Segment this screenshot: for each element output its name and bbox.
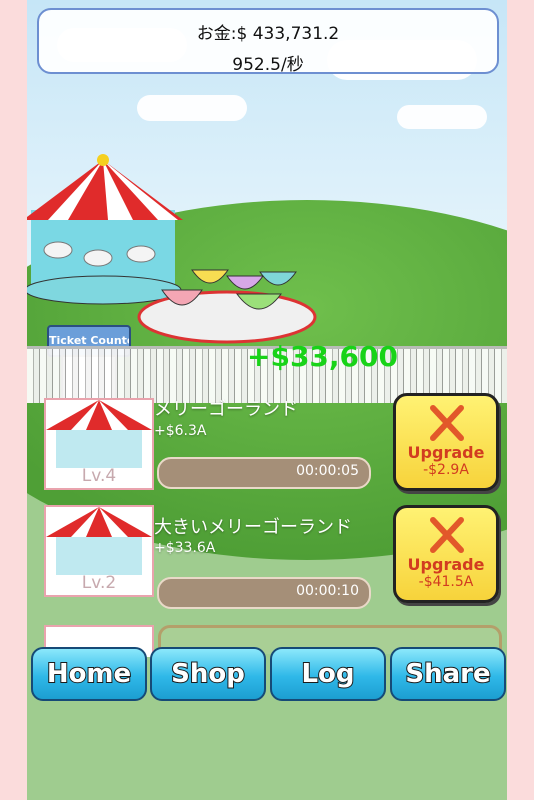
attraction-thumbnail: Lv.2 (44, 505, 154, 597)
income-rate: 952.5/秒 (232, 55, 304, 75)
teacup-ride-illustration (137, 269, 317, 344)
attraction-timer-bar: 00:00:05 (157, 457, 371, 489)
attraction-name: 大きいメリーゴーランド (154, 517, 352, 538)
game-stage: Ticket Counter +$33,600 お金:$ 433,731.2 9… (27, 0, 507, 800)
nav-log-label: Log (300, 658, 355, 690)
carousel-icon (46, 400, 152, 468)
attraction-income: +$33.6A (154, 540, 216, 556)
attraction-income: +$6.3A (154, 423, 207, 439)
money-panel: お金:$ 433,731.2 952.5/秒 (37, 8, 499, 75)
attraction-level: Lv.2 (81, 573, 117, 593)
upgrade-button[interactable]: Upgrade -$41.5A (393, 505, 499, 603)
attraction-timer: 00:00:05 (296, 463, 359, 479)
nav-shop-button[interactable]: Shop (150, 647, 266, 701)
floating-gain-text: +$33,600 (247, 340, 398, 373)
upgrade-cost: -$2.9A (423, 462, 469, 478)
upgrade-label: Upgrade (407, 443, 485, 462)
wrench-screwdriver-icon (430, 405, 464, 441)
attraction-timer-bar: 00:00:10 (157, 577, 371, 609)
cloud (397, 105, 487, 129)
nav-share-button[interactable]: Share (390, 647, 506, 701)
upgrade-cost: -$41.5A (418, 574, 474, 590)
money-amount: お金:$ 433,731.2 (196, 24, 340, 44)
nav-share-label: Share (404, 658, 491, 690)
nav-home-label: Home (46, 658, 132, 690)
attraction-timer: 00:00:10 (296, 583, 359, 599)
nav-shop-label: Shop (170, 658, 246, 690)
attraction-thumbnail: Lv.4 (44, 398, 154, 490)
upgrade-label: Upgrade (407, 555, 485, 574)
wrench-screwdriver-icon (430, 517, 464, 553)
carousel-icon (46, 507, 152, 575)
nav-log-button[interactable]: Log (270, 647, 386, 701)
upgrade-button[interactable]: Upgrade -$2.9A (393, 393, 499, 491)
cloud (137, 95, 247, 121)
nav-home-button[interactable]: Home (31, 647, 147, 701)
attraction-name: メリーゴーランド (154, 399, 298, 420)
attraction-level: Lv.4 (81, 466, 117, 486)
